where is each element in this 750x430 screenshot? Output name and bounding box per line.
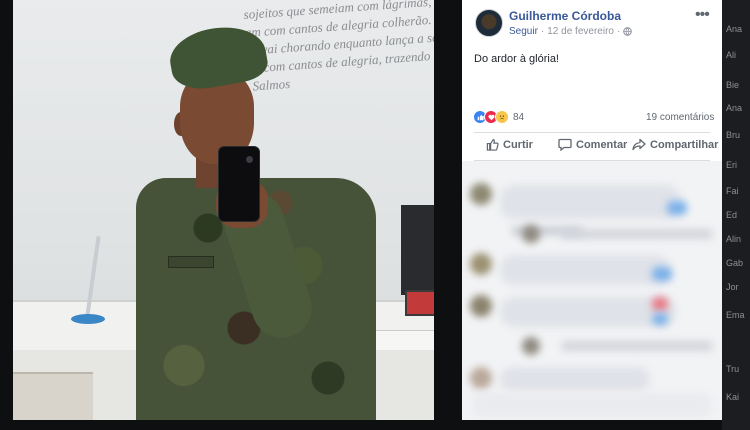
- name-tape: [168, 256, 214, 268]
- sidebar-contact-label[interactable]: Ed: [726, 210, 737, 220]
- post-caption: Do ardor à glória!: [474, 53, 559, 65]
- sidebar-contact-label[interactable]: Fai: [726, 186, 739, 196]
- blurred-comment: [470, 295, 492, 317]
- blurred-comment: [472, 393, 712, 417]
- blurred-comment: [522, 337, 540, 355]
- separator-dot: ·: [616, 26, 621, 37]
- share-label: Compartilhar: [650, 138, 719, 151]
- sidebar-contact-label[interactable]: Ema: [726, 310, 745, 320]
- comment-label: Comentar: [576, 138, 628, 151]
- post-meta: Seguir · 12 de fevereiro ·: [509, 26, 633, 37]
- blurred-comment: [500, 255, 670, 285]
- blurred-comment: [562, 341, 712, 351]
- sidebar-contact-label[interactable]: Tru: [726, 364, 739, 374]
- blurred-comment: [500, 185, 680, 219]
- sidebar-contact-label[interactable]: Bru: [726, 130, 740, 140]
- follow-link[interactable]: Seguir: [509, 26, 538, 37]
- post-date[interactable]: 12 de fevereiro: [547, 26, 614, 37]
- sidebar-contact-label[interactable]: Kai: [726, 392, 739, 402]
- sidebar-contact-label[interactable]: Bie: [726, 80, 739, 90]
- author-avatar[interactable]: [475, 9, 503, 37]
- reactions-summary[interactable]: 84: [473, 110, 524, 124]
- camera-icon: [246, 156, 253, 163]
- blurred-comment: [652, 313, 668, 325]
- comment-button[interactable]: Comentar: [558, 138, 632, 151]
- share-arrow-icon: [632, 138, 646, 151]
- sidebar-contact-label[interactable]: Alin: [726, 234, 741, 244]
- blurred-comment: [652, 297, 668, 311]
- blurred-comment: [652, 267, 672, 281]
- cabinet: [13, 372, 93, 420]
- green-beret: [165, 20, 271, 94]
- like-button[interactable]: Curtir: [474, 138, 558, 151]
- blurred-comment: [470, 253, 492, 275]
- office-machine: [401, 205, 434, 295]
- thumbs-up-icon: [486, 138, 499, 151]
- sidebar-contact-label[interactable]: Jor: [726, 282, 739, 292]
- post-panel: Guilherme Córdoba Seguir · 12 de feverei…: [462, 0, 722, 420]
- smartphone: [218, 146, 260, 222]
- blurred-comments-area: [462, 161, 722, 420]
- blurred-comment: [470, 183, 492, 205]
- comments-count-link[interactable]: 19 comentários: [646, 112, 714, 123]
- share-button[interactable]: Compartilhar: [632, 138, 722, 151]
- sidebar-contact-label[interactable]: Eri: [726, 160, 737, 170]
- meta-separator: ·: [540, 26, 545, 37]
- blurred-comment: [667, 201, 687, 215]
- sad-reaction-icon: [495, 110, 509, 124]
- blurred-comment: [500, 367, 650, 391]
- globe-icon: [623, 27, 633, 36]
- sidebar-contact-label[interactable]: Gab: [726, 258, 743, 268]
- divider: [474, 132, 710, 133]
- sidebar-contact-label[interactable]: Ana: [726, 24, 742, 34]
- like-label: Curtir: [503, 138, 533, 151]
- comment-bubble-icon: [558, 138, 572, 151]
- chat-sidebar: Ana Ali Bie Ana Bru Eri Fai Ed Alin Gab …: [722, 0, 750, 430]
- more-options-icon[interactable]: •••: [695, 6, 710, 24]
- blurred-comment: [522, 225, 540, 243]
- blurred-comment: [562, 229, 712, 239]
- post-actions: Curtir Comentar Compartilhar: [474, 138, 722, 151]
- sidebar-contact-label[interactable]: Ali: [726, 50, 736, 60]
- reaction-count: 84: [513, 111, 525, 123]
- soldier-figure: [118, 20, 388, 420]
- post-photo[interactable]: sojeitos que semeiam com lágrimas, am co…: [13, 0, 434, 420]
- blurred-comment: [500, 297, 676, 327]
- blurred-comment: [470, 367, 492, 389]
- author-name[interactable]: Guilherme Córdoba: [509, 9, 621, 23]
- lamp-base: [71, 314, 105, 324]
- office-machine-part: [405, 290, 434, 316]
- sidebar-contact-label[interactable]: Ana: [726, 103, 742, 113]
